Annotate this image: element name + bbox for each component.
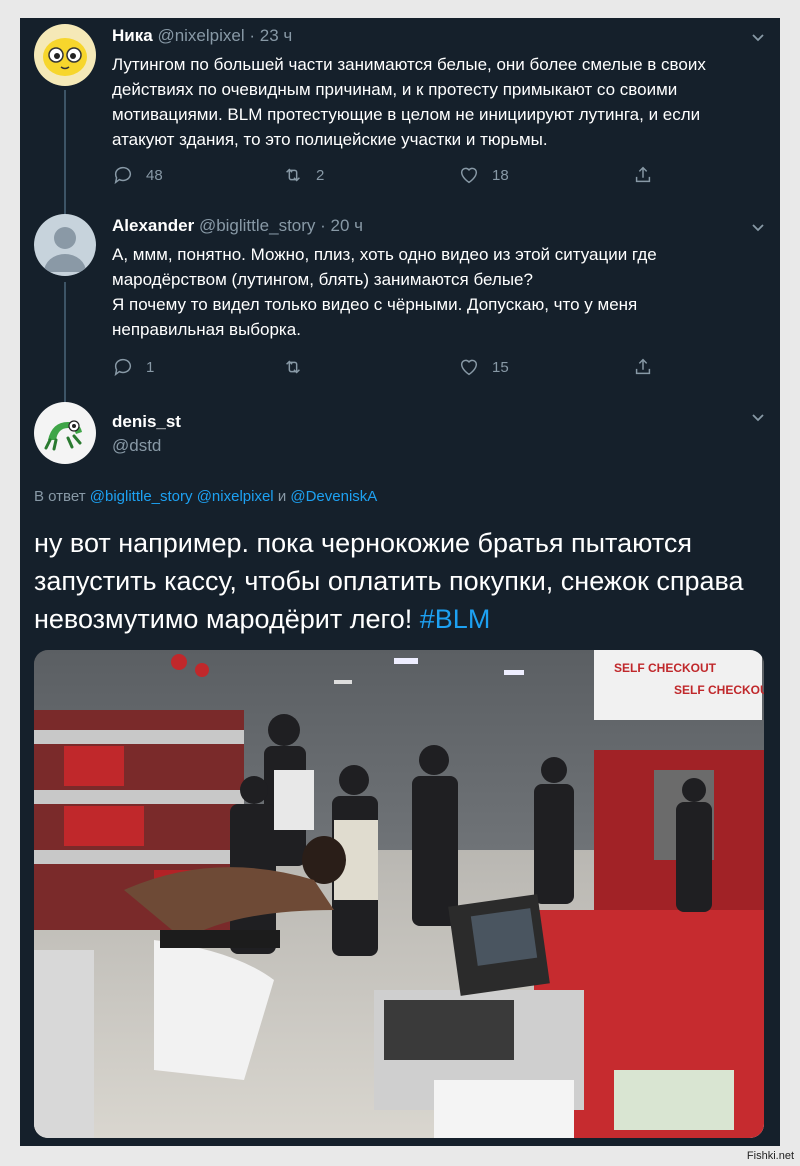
- reply-icon: [114, 166, 132, 185]
- user-handle[interactable]: @dstd: [112, 436, 161, 455]
- tweet-header: denis_st: [112, 412, 181, 432]
- retweet-count: 2: [316, 166, 325, 184]
- sign-text: SELF CHECKOUT: [614, 661, 717, 675]
- avatar[interactable]: [34, 402, 96, 464]
- tweet-main-text: ну вот например. пока чернокожие братья …: [34, 524, 774, 638]
- chevron-down-icon[interactable]: [750, 410, 766, 426]
- tweet-text: А, ммм, понятно. Можно, плиз, хоть одно …: [112, 245, 657, 339]
- tweet-actions: 48 2 18: [112, 164, 672, 190]
- retweet-button[interactable]: 2: [282, 164, 324, 186]
- hashtag-link[interactable]: #BLM: [420, 604, 491, 634]
- tweet-header: Ника @nixelpixel · 23 ч: [112, 26, 292, 46]
- replying-to-label: В ответ: [34, 488, 86, 505]
- mention-link[interactable]: @nixelpixel: [197, 488, 274, 505]
- display-name[interactable]: Ника: [112, 26, 153, 45]
- mention-link[interactable]: @biglittle_story: [90, 488, 193, 505]
- reply-button[interactable]: 1: [112, 356, 154, 378]
- heart-icon: [460, 359, 478, 376]
- thread-line: [64, 282, 66, 412]
- user-handle[interactable]: @biglittle_story: [199, 216, 315, 235]
- share-icon: [635, 166, 651, 183]
- reply-count: 48: [146, 166, 163, 184]
- watermark: Fishki.net: [746, 1150, 794, 1162]
- tweet-photo[interactable]: SELF CHECKOUT SELF CHECKOUT: [34, 650, 764, 1138]
- reply-button[interactable]: 48: [112, 164, 163, 186]
- reply-icon: [114, 358, 132, 377]
- retweet-icon: [286, 168, 300, 182]
- tweet-text: ну вот например. пока чернокожие братья …: [34, 528, 744, 634]
- timestamp[interactable]: · 20 ч: [320, 216, 363, 235]
- tweet-text: Лутингом по большей части занимаются бел…: [112, 55, 706, 149]
- avatar[interactable]: [34, 24, 96, 86]
- timestamp[interactable]: · 23 ч: [249, 26, 292, 45]
- replying-to: В ответ @biglittle_story @nixelpixel и @…: [34, 488, 377, 505]
- share-button[interactable]: [632, 356, 666, 378]
- display-name[interactable]: Alexander: [112, 216, 194, 235]
- chevron-down-icon[interactable]: [750, 220, 766, 236]
- display-name[interactable]: denis_st: [112, 412, 181, 431]
- tweet-header: Alexander @biglittle_story · 20 ч: [112, 216, 363, 236]
- sign-text: SELF CHECKOUT: [674, 683, 764, 697]
- like-button[interactable]: 18: [458, 164, 509, 186]
- user-handle[interactable]: @nixelpixel: [157, 26, 244, 45]
- retweet-icon: [286, 360, 300, 374]
- like-count: 15: [492, 358, 509, 376]
- like-button[interactable]: 15: [458, 356, 509, 378]
- chevron-down-icon[interactable]: [750, 30, 766, 46]
- tweet-subheader: @dstd: [112, 436, 161, 456]
- retweet-button[interactable]: [282, 356, 316, 378]
- tweet-thread-screenshot: Ника @nixelpixel · 23 ч Лутингом по боль…: [20, 18, 780, 1146]
- share-button[interactable]: [632, 164, 666, 186]
- share-icon: [635, 358, 651, 375]
- heart-icon: [460, 167, 478, 184]
- replying-to-conjunction: и: [277, 488, 287, 505]
- mention-link[interactable]: @DeveniskA: [290, 488, 377, 505]
- reply-count: 1: [146, 358, 155, 376]
- avatar[interactable]: [34, 214, 96, 276]
- like-count: 18: [492, 166, 509, 184]
- tweet-actions: 1 15: [112, 356, 672, 382]
- thread-line: [64, 90, 66, 200]
- store-looting-photo: SELF CHECKOUT SELF CHECKOUT: [34, 650, 764, 1138]
